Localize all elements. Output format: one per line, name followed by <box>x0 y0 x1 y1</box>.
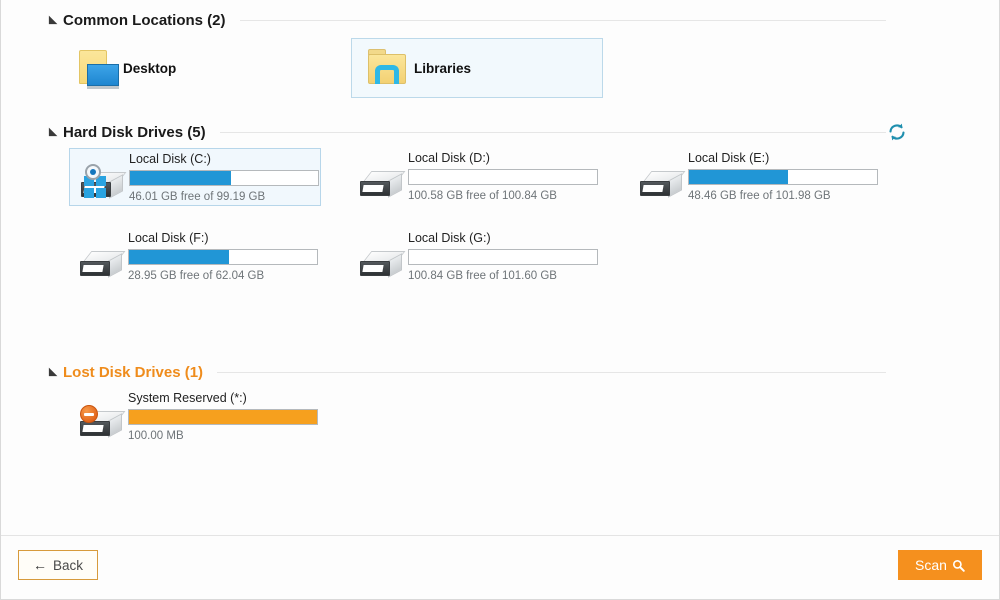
usage-bar <box>128 409 318 425</box>
drive-free-space: 100.84 GB free of 101.60 GB <box>408 270 557 282</box>
drive-name: Local Disk (D:) <box>408 151 490 165</box>
hard-drive-icon <box>358 247 406 283</box>
location-item-libraries[interactable]: Libraries <box>351 38 603 98</box>
drive-name: Local Disk (C:) <box>129 152 211 166</box>
header-divider <box>239 19 886 21</box>
disk-selection-screen: Common Locations (2) Desktop Libraries H… <box>0 0 1000 600</box>
drive-item-d[interactable]: Local Disk (D:) 100.58 GB free of 100.84… <box>349 148 601 206</box>
common-locations-list: Desktop Libraries <box>61 38 941 98</box>
drive-item-f[interactable]: Local Disk (F:) 28.95 GB free of 62.04 G… <box>69 228 321 286</box>
refresh-icon[interactable] <box>885 120 909 144</box>
hard-drive-icon <box>638 167 686 203</box>
drive-free-space: 100.58 GB free of 100.84 GB <box>408 190 557 202</box>
drive-free-space: 100.00 MB <box>128 430 184 442</box>
drive-name: Local Disk (F:) <box>128 231 209 245</box>
usage-bar <box>128 249 318 265</box>
content-area: Common Locations (2) Desktop Libraries H… <box>1 0 999 535</box>
lost-disk-drives-header[interactable]: Lost Disk Drives (1) <box>45 360 886 384</box>
usage-bar <box>408 169 598 185</box>
header-divider <box>217 371 886 373</box>
selected-radio-icon <box>85 164 101 180</box>
magnifier-icon <box>952 559 965 572</box>
hard-disk-drives-header[interactable]: Hard Disk Drives (5) <box>45 120 886 144</box>
usage-bar <box>129 170 319 186</box>
hard-disk-drives-title: Hard Disk Drives (5) <box>63 123 206 141</box>
drive-name: Local Disk (E:) <box>688 151 770 165</box>
footer-bar: ← Back Scan <box>1 535 999 599</box>
hard-drive-icon <box>79 164 127 204</box>
folder-libraries-icon <box>362 46 410 90</box>
scan-button[interactable]: Scan <box>898 550 982 580</box>
hard-drive-icon <box>78 247 126 283</box>
drive-free-space: 48.46 GB free of 101.98 GB <box>688 190 831 202</box>
drive-item-system-reserved[interactable]: System Reserved (*:) 100.00 MB <box>69 388 321 446</box>
lost-drive-icon <box>78 405 126 443</box>
drive-item-e[interactable]: Local Disk (E:) 48.46 GB free of 101.98 … <box>629 148 881 206</box>
no-entry-icon <box>80 405 98 423</box>
scan-button-label: Scan <box>915 557 947 573</box>
usage-bar <box>408 249 598 265</box>
back-button[interactable]: ← Back <box>18 550 98 580</box>
header-divider <box>219 131 886 133</box>
back-button-label: Back <box>52 557 83 573</box>
usage-bar <box>688 169 878 185</box>
drive-free-space: 28.95 GB free of 62.04 GB <box>128 270 265 282</box>
location-item-desktop[interactable]: Desktop <box>61 38 186 98</box>
drive-item-g[interactable]: Local Disk (G:) 100.84 GB free of 101.60… <box>349 228 601 286</box>
common-locations-title: Common Locations (2) <box>63 11 226 29</box>
drive-name: Local Disk (G:) <box>408 231 491 245</box>
drive-free-space: 46.01 GB free of 99.19 GB <box>129 191 266 203</box>
drive-item-c[interactable]: Local Disk (C:) 46.01 GB free of 99.19 G… <box>69 148 321 206</box>
arrow-left-icon: ← <box>32 557 47 573</box>
location-label: Libraries <box>414 60 472 76</box>
collapse-triangle-icon[interactable] <box>45 13 59 27</box>
common-locations-header[interactable]: Common Locations (2) <box>45 8 886 32</box>
location-label: Desktop <box>123 60 177 76</box>
drive-name: System Reserved (*:) <box>128 391 247 405</box>
hard-drive-icon <box>358 167 406 203</box>
collapse-triangle-icon[interactable] <box>45 125 59 139</box>
lost-disk-drives-title: Lost Disk Drives (1) <box>63 363 204 381</box>
collapse-triangle-icon[interactable] <box>45 365 59 379</box>
folder-desktop-icon <box>71 46 119 90</box>
